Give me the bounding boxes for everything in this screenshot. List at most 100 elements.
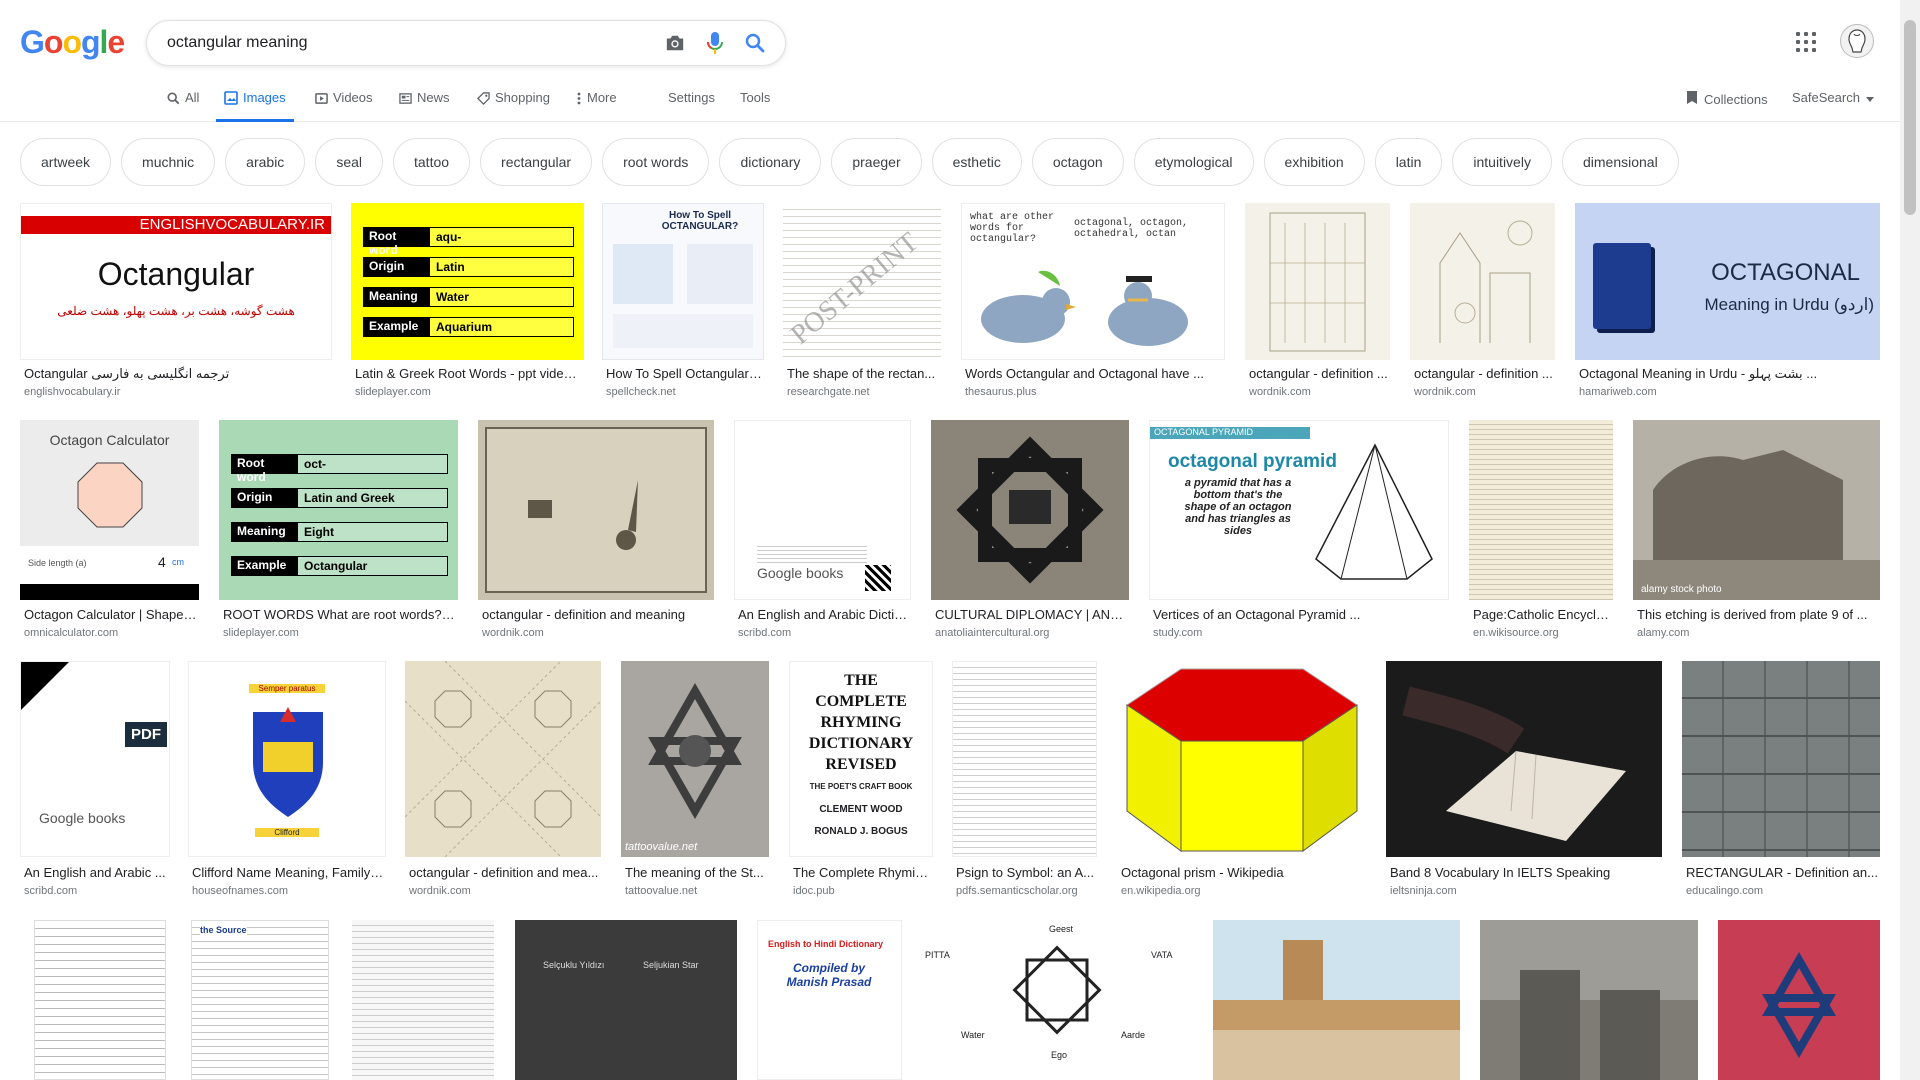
logo-letter: o <box>62 24 82 60</box>
search-input[interactable] <box>167 34 649 52</box>
result-thumbnail: How To Spell OCTANGULAR? <box>602 203 764 360</box>
image-result[interactable] <box>1480 920 1698 1080</box>
pdf-badge: PDF <box>125 722 167 747</box>
settings-link[interactable]: Settings <box>668 90 715 122</box>
image-result[interactable]: Octagonal prism - Wikipedia en.wikipedia… <box>1117 661 1367 901</box>
image-result[interactable]: Octagon Calculator Side length (a) 4 cm … <box>20 420 199 642</box>
thumb-text: PITTA <box>925 950 950 960</box>
chip[interactable]: dimensional <box>1561 138 1679 186</box>
chip[interactable]: latin <box>1374 138 1443 186</box>
collections-button[interactable]: Collections <box>1686 90 1768 108</box>
result-source: idoc.pub <box>793 885 835 897</box>
image-result[interactable]: PDF Google books An English and Arabic .… <box>20 661 170 901</box>
chip[interactable]: exhibition <box>1263 138 1365 186</box>
image-result[interactable]: English to Hindi Dictionary Compiled by … <box>757 920 902 1080</box>
tab-more[interactable]: More <box>576 90 617 122</box>
thumb-text: OCTAGONAL PYRAMID <box>1154 427 1254 437</box>
thumb-text: octagonal, octagon, octahedral, octan <box>1074 218 1189 240</box>
image-result[interactable]: octangular - definition and mea... wordn… <box>405 661 601 901</box>
result-title: Page:Catholic Encyclo... <box>1473 607 1611 622</box>
image-result[interactable]: THE COMPLETE RHYMING DICTIONARY REVISED … <box>789 661 933 901</box>
thumb-text: Octangular <box>297 556 448 576</box>
image-result[interactable]: OCTAGONAL Meaning in Urdu (اردو) Octagon… <box>1575 203 1880 403</box>
apps-grid-icon[interactable] <box>1794 30 1818 54</box>
chip[interactable]: tattoo <box>393 138 471 186</box>
result-thumbnail <box>352 920 494 1080</box>
result-thumbnail: Octagon Calculator Side length (a) 4 cm <box>20 420 199 600</box>
image-result[interactable]: octangular - definition and meaning word… <box>478 420 714 642</box>
image-result[interactable]: the Source <box>191 920 329 1080</box>
chip[interactable]: arabic <box>225 138 306 186</box>
chip[interactable]: esthetic <box>931 138 1022 186</box>
image-result[interactable]: Google books An English and Arabic Dicti… <box>734 420 911 642</box>
image-result[interactable]: Band 8 Vocabulary In IELTS Speaking ielt… <box>1386 661 1662 901</box>
scrollbar-thumb[interactable] <box>1904 20 1916 215</box>
image-result[interactable]: octangular - definition ... wordnik.com <box>1245 203 1390 403</box>
image-result[interactable]: what are other words for octangular? oct… <box>961 203 1225 403</box>
image-result[interactable]: RECTANGULAR - Definition an... educaling… <box>1682 661 1880 901</box>
thumb-text: How To Spell OCTANGULAR? <box>661 210 739 232</box>
image-result[interactable]: Psign to Symbol: an A... pdfs.semanticsc… <box>952 661 1097 901</box>
result-source: wordnik.com <box>482 627 544 639</box>
google-logo[interactable]: Google <box>20 24 125 61</box>
thumb-text: Side length (a) <box>28 558 87 568</box>
image-result[interactable]: Page:Catholic Encyclo... en.wikisource.o… <box>1469 420 1613 642</box>
image-result[interactable] <box>34 920 166 1080</box>
image-result[interactable] <box>1718 920 1880 1080</box>
tools-label: Tools <box>740 90 771 105</box>
watermark-text: POST-PRINT <box>784 226 925 351</box>
result-source: en.wikipedia.org <box>1121 885 1201 897</box>
image-result[interactable]: Semper paratus Clifford Clifford Name Me… <box>188 661 386 901</box>
result-source: study.com <box>1153 627 1203 639</box>
result-thumbnail <box>478 420 714 600</box>
thumb-text: THE COMPLETE RHYMING DICTIONARY REVISED <box>808 672 914 773</box>
pigeon-illustration <box>981 270 1188 346</box>
image-result[interactable] <box>352 920 494 1080</box>
tab-news[interactable]: News <box>398 90 450 122</box>
chip[interactable]: intuitively <box>1452 138 1552 186</box>
thumb-text: Root word <box>231 454 297 484</box>
chip[interactable]: praeger <box>831 138 922 186</box>
image-result[interactable]: Root word oct- Origin Latin and Greek Mean… <box>219 420 458 642</box>
thumb-text: cm <box>172 557 184 567</box>
tab-videos[interactable]: Videos <box>314 90 373 122</box>
chip[interactable]: etymological <box>1133 138 1254 186</box>
chip[interactable]: seal <box>315 138 383 186</box>
image-icon <box>224 91 238 105</box>
image-result[interactable]: tattoovalue.net The meaning of the St...… <box>621 661 769 901</box>
chip[interactable]: artweek <box>20 138 112 186</box>
chip[interactable]: rectangular <box>480 138 593 186</box>
tools-link[interactable]: Tools <box>740 90 770 122</box>
result-source: wordnik.com <box>1249 386 1311 398</box>
chip[interactable]: octagon <box>1031 138 1124 186</box>
avatar[interactable] <box>1840 24 1874 58</box>
tab-all[interactable]: All <box>166 90 199 122</box>
image-result[interactable]: POST-PRINT The shape of the rectan... re… <box>783 203 941 403</box>
result-source: omnicalculator.com <box>24 627 119 639</box>
tab-images[interactable]: Images <box>216 90 294 122</box>
camera-icon[interactable] <box>661 29 689 57</box>
chip[interactable]: muchnic <box>121 138 216 186</box>
logo-letter: g <box>80 24 101 60</box>
image-result[interactable]: Selçuklu Yıldızı Seljukian Star <box>515 920 737 1080</box>
image-result[interactable]: CULTURAL DIPLOMACY | ANA... anatoliainte… <box>931 420 1129 642</box>
result-title: The meaning of the St... <box>625 865 764 880</box>
image-result[interactable]: octangular - definition ... wordnik.com <box>1410 203 1555 403</box>
safesearch-dropdown[interactable]: SafeSearch <box>1792 90 1874 105</box>
scrollbar[interactable] <box>1900 0 1920 1080</box>
result-title: The Complete Rhymin... <box>793 865 931 880</box>
result-source: englishvocabulary.ir <box>24 386 121 398</box>
image-result[interactable]: Geest PITTA VATA Ego Water Aarde <box>921 920 1194 1080</box>
search-icon[interactable] <box>741 29 769 57</box>
image-result[interactable]: Root word aqu- Origin Latin Meaning Water E… <box>351 203 584 403</box>
image-result[interactable]: How To Spell OCTANGULAR? How To Spell Oc… <box>602 203 764 403</box>
image-result[interactable]: OCTAGONAL PYRAMID octagonal pyramid a py… <box>1149 420 1449 642</box>
chip[interactable]: root words <box>602 138 710 186</box>
image-result[interactable]: alamy stock photo This etching is derive… <box>1633 420 1880 642</box>
image-result[interactable]: ENGLISHVOCABULARY.IR Octangular هشت گوشه… <box>20 203 332 403</box>
chip[interactable]: dictionary <box>719 138 822 186</box>
tab-shopping[interactable]: Shopping <box>476 90 550 122</box>
image-result[interactable] <box>1213 920 1460 1080</box>
result-title: Octangular ترجمه انگلیسی به فارسی <box>24 366 230 381</box>
microphone-icon[interactable] <box>701 29 729 57</box>
